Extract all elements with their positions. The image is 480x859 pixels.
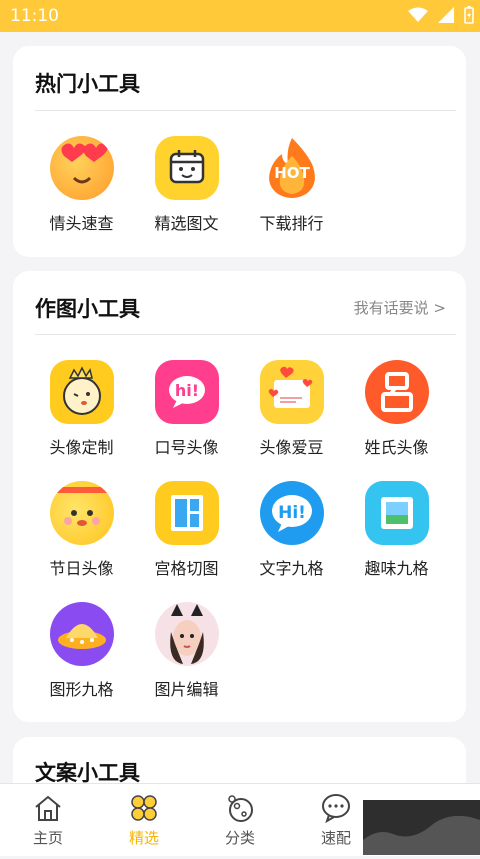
crown-face-icon (49, 360, 114, 424)
cat-ears-photo-icon (154, 602, 219, 666)
tool-label: 姓氏头像 (364, 438, 429, 457)
tool-wenzi-jiuge[interactable]: Hi! 文字九格 (239, 481, 344, 579)
tool-xiazai-paihang[interactable]: HOT 下载排行 (239, 136, 344, 234)
tab-label: 精选 (128, 829, 159, 847)
hi-text-icon: Hi! (259, 481, 324, 545)
ufo-icon (49, 602, 114, 666)
signal-icon (438, 7, 454, 23)
tab-label: 分类 (224, 829, 255, 847)
tool-label: 头像定制 (49, 438, 114, 457)
svg-text:Hi!: Hi! (278, 503, 306, 523)
section-title: 热门小工具 (35, 72, 140, 96)
tool-touxiang-dingzhi[interactable]: 头像定制 (29, 360, 134, 458)
hearts-photo-icon (259, 360, 324, 424)
hot-flame-icon: HOT (260, 136, 324, 200)
draw-tools-card: 作图小工具 我有话要说 > 头像定制 hi! 口号头像 头像爱豆 姓氏头像 节日… (13, 271, 466, 722)
tab-featured[interactable]: 精选 (96, 784, 192, 856)
tool-label: 精选图文 (154, 214, 219, 233)
tool-jingxuan-tuwen[interactable]: 精选图文 (134, 136, 239, 234)
tool-label: 图片编辑 (154, 680, 219, 699)
headband-face-icon (49, 481, 114, 545)
svg-text:HOT: HOT (274, 164, 310, 182)
tool-tuxing-jiuge[interactable]: 图形九格 (29, 602, 134, 700)
tool-tupian-bianji[interactable]: 图片编辑 (134, 602, 239, 700)
tool-gongge-qietu[interactable]: 宫格切图 (134, 481, 239, 579)
home-icon (35, 795, 61, 821)
tool-qingtou-suchaa[interactable]: 情头速查 (29, 136, 134, 234)
status-time: 11:10 (10, 6, 59, 26)
calendar-smile-icon (154, 136, 219, 200)
stamp-photo-icon (364, 481, 429, 545)
tool-label: 文字九格 (259, 559, 324, 578)
tool-label: 趣味九格 (364, 559, 429, 578)
divider (35, 334, 456, 335)
hot-tools-card: 热门小工具 情头速查 精选图文 HOT 下载排行 (13, 46, 466, 257)
tool-xingshi-touxiang[interactable]: 姓氏头像 (344, 360, 449, 458)
divider (35, 110, 456, 111)
heart-eyes-emoji-icon (49, 136, 114, 200)
tool-jieri-touxiang[interactable]: 节日头像 (29, 481, 134, 579)
surname-icon (364, 360, 429, 424)
tool-label: 头像爱豆 (259, 438, 324, 457)
tool-touxiang-aidou[interactable]: 头像爱豆 (239, 360, 344, 458)
grid-cut-icon (154, 481, 219, 545)
battery-icon (464, 6, 474, 24)
tool-label: 图形九格 (49, 680, 114, 699)
tool-label: 节日头像 (49, 559, 114, 578)
hi-bubble-icon: hi! (154, 360, 219, 424)
svg-text:hi!: hi! (174, 381, 198, 400)
clover-icon (131, 795, 157, 821)
tab-home[interactable]: 主页 (0, 784, 96, 856)
category-icon (228, 795, 253, 822)
section-title: 作图小工具 (35, 297, 140, 321)
tool-label: 情头速查 (49, 214, 114, 233)
tool-label: 下载排行 (259, 214, 324, 233)
wifi-icon (408, 7, 428, 22)
tool-label: 宫格切图 (154, 559, 219, 578)
overlay-thumbnail (363, 800, 480, 855)
tab-label: 主页 (32, 829, 63, 847)
chat-icon (322, 794, 350, 823)
feedback-link[interactable]: 我有话要说 > (354, 297, 446, 318)
tool-label: 口号头像 (154, 438, 219, 457)
tab-category[interactable]: 分类 (192, 784, 288, 856)
tool-kouhao-touxiang[interactable]: hi! 口号头像 (134, 360, 239, 458)
status-bar: 11:10 (0, 0, 480, 32)
tool-quwei-jiuge[interactable]: 趣味九格 (344, 481, 449, 579)
